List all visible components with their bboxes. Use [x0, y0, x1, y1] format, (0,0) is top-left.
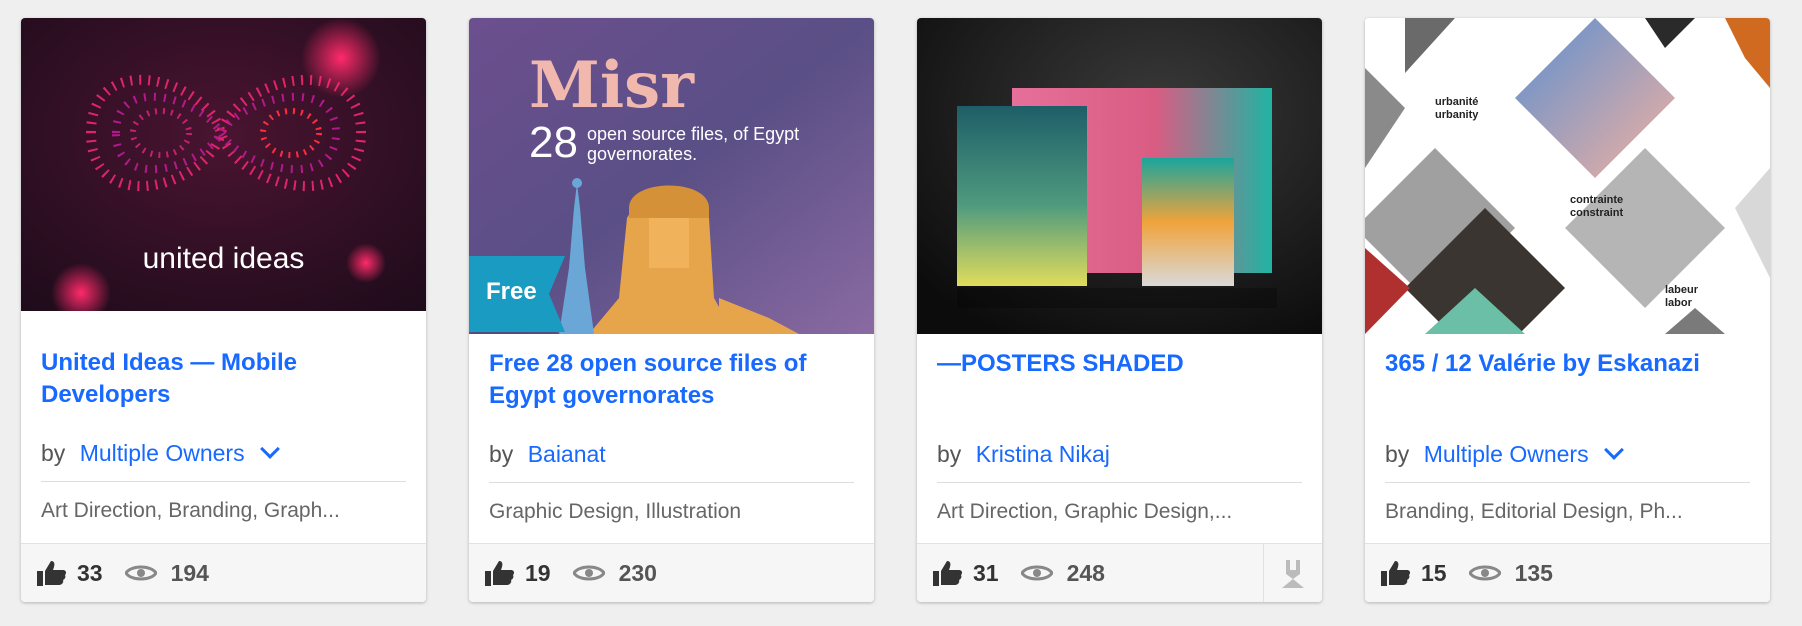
owner-link[interactable]: Multiple Owners	[1424, 441, 1589, 467]
cover-subtitle: open source files, of Egypt governorates…	[587, 124, 799, 164]
project-cover[interactable]: urbanité urbanity contrainte constraint …	[1365, 18, 1770, 334]
project-stats: 33 194	[21, 543, 426, 602]
eye-icon	[1468, 565, 1501, 581]
project-card[interactable]: united ideas United Ideas — Mobile Devel…	[21, 18, 426, 602]
project-stats: 19 230	[469, 543, 874, 602]
project-title[interactable]: 365 / 12 Valérie by Eskanazi	[1385, 348, 1750, 414]
like-count: 33	[77, 559, 103, 586]
fields-links[interactable]: Art Direction, Branding, Graph...	[41, 499, 340, 522]
free-badge: Free	[469, 256, 565, 332]
project-fields: Art Direction, Branding, Graph...	[41, 496, 406, 526]
by-label: by	[489, 441, 514, 467]
by-label: by	[937, 441, 962, 467]
views: 248	[1020, 559, 1105, 587]
project-card[interactable]: —POSTERS SHADED by Kristina Nikaj Art Di…	[917, 18, 1322, 602]
cover-caption: labeur labor	[1665, 284, 1699, 309]
cover-number: 28	[529, 118, 578, 167]
project-fields: Graphic Design, Illustration	[489, 497, 854, 527]
view-count: 135	[1514, 559, 1553, 586]
project-owners: by Multiple Owners	[41, 437, 406, 469]
view-count: 194	[170, 559, 209, 586]
project-title[interactable]: Free 28 open source files of Egypt gover…	[489, 348, 854, 414]
fields-links[interactable]: Graphic Design, Illustration	[489, 500, 741, 523]
project-card[interactable]: urbanité urbanity contrainte constraint …	[1365, 18, 1770, 602]
project-stats: 31 248	[917, 543, 1322, 602]
chevron-down-icon[interactable]	[1604, 440, 1624, 460]
owner-link[interactable]: Multiple Owners	[80, 440, 245, 466]
project-cover[interactable]: Misr 28 open source files, of Egypt gove…	[469, 18, 874, 334]
project-title[interactable]: —POSTERS SHADED	[937, 348, 1302, 414]
appreciations[interactable]: 31	[933, 560, 999, 587]
cover-caption: urbanité urbanity	[1435, 96, 1479, 121]
view-count: 230	[618, 559, 657, 586]
free-label: Free	[486, 278, 537, 305]
like-count: 19	[525, 559, 551, 586]
project-owners: by Baianat	[489, 438, 854, 470]
appreciations[interactable]: 19	[485, 560, 551, 587]
owner-link[interactable]: Kristina Nikaj	[976, 441, 1110, 467]
thumbs-up-icon	[37, 561, 67, 586]
eye-icon	[1020, 565, 1053, 581]
chevron-down-icon[interactable]	[260, 439, 280, 459]
divider	[489, 482, 854, 483]
eye-icon	[124, 565, 157, 581]
project-owners: by Multiple Owners	[1385, 438, 1750, 470]
by-label: by	[41, 440, 66, 466]
appreciations[interactable]: 15	[1381, 560, 1447, 587]
owner-link[interactable]: Baianat	[528, 441, 606, 467]
view-count: 248	[1066, 559, 1105, 586]
views: 194	[124, 559, 209, 587]
fields-links[interactable]: Art Direction, Graphic Design,...	[937, 500, 1232, 523]
views: 230	[572, 559, 657, 587]
thumbs-up-icon	[933, 561, 963, 586]
thumbs-up-icon	[485, 561, 515, 586]
project-owners: by Kristina Nikaj	[937, 438, 1302, 470]
thumbs-up-icon	[1381, 561, 1411, 586]
cover-caption: contrainte constraint	[1570, 194, 1624, 219]
project-title[interactable]: United Ideas — Mobile Developers	[41, 347, 406, 413]
like-count: 15	[1421, 559, 1447, 586]
project-fields: Branding, Editorial Design, Ph...	[1385, 497, 1750, 527]
fields-links[interactable]: Branding, Editorial Design, Ph...	[1385, 500, 1683, 523]
project-grid: united ideas United Ideas — Mobile Devel…	[21, 18, 1770, 602]
cover-subtitle-line: open source files, of Egypt	[587, 124, 800, 144]
by-label: by	[1385, 441, 1410, 467]
project-fields: Art Direction, Graphic Design,...	[937, 497, 1302, 527]
like-count: 31	[973, 559, 999, 586]
eye-icon	[572, 565, 605, 581]
cover-image	[917, 18, 1322, 334]
appreciations[interactable]: 33	[37, 560, 103, 587]
divider	[937, 482, 1302, 483]
featured-ribbon-icon	[1282, 559, 1304, 588]
featured-ribbon	[1263, 544, 1322, 602]
project-card[interactable]: Misr 28 open source files, of Egypt gove…	[469, 18, 874, 602]
divider	[41, 481, 406, 482]
views: 135	[1468, 559, 1553, 587]
cover-caption: united ideas	[142, 242, 305, 275]
divider	[1385, 482, 1750, 483]
project-cover[interactable]: united ideas	[21, 18, 426, 311]
project-stats: 15 135	[1365, 543, 1770, 602]
project-cover[interactable]	[917, 18, 1322, 334]
cover-heading: Misr	[529, 48, 694, 123]
cover-subtitle-line: governorates.	[587, 144, 698, 164]
